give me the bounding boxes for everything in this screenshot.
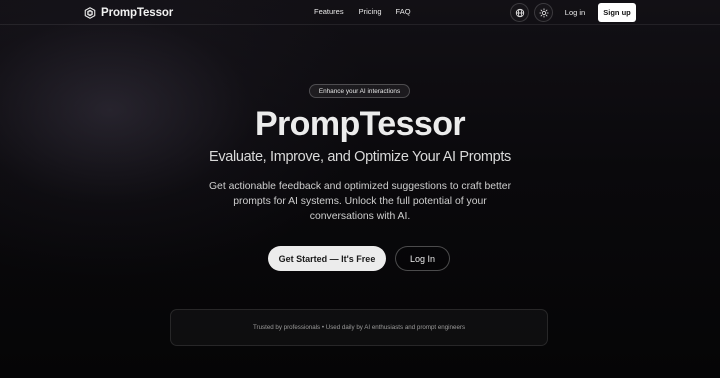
- sun-icon: [538, 7, 549, 18]
- nav-actions: Log in Sign up: [0, 3, 720, 22]
- hero-title: PrompTessor: [254, 105, 466, 143]
- get-started-button[interactable]: Get Started — It's Free: [268, 246, 386, 271]
- signup-button[interactable]: Sign up: [598, 3, 636, 22]
- theme-toggle-button[interactable]: [534, 3, 553, 22]
- hero-section: Enhance your AI interactions PrompTessor…: [0, 25, 720, 378]
- language-button[interactable]: [510, 3, 529, 22]
- hero-subtitle: Evaluate, Improve, and Optimize Your AI …: [209, 149, 511, 165]
- hero-badge: Enhance your AI interactions: [309, 84, 410, 98]
- hero-login-button[interactable]: Log In: [395, 246, 450, 271]
- trust-panel: Trusted by professionals • Used daily by…: [170, 309, 548, 346]
- globe-icon: [515, 8, 524, 17]
- navbar: PrompTessor Features Pricing FAQ Log in …: [0, 0, 720, 25]
- login-link[interactable]: Log in: [560, 3, 590, 22]
- hero-description: Get actionable feedback and optimized su…: [208, 181, 512, 222]
- trust-text: Trusted by professionals • Used daily by…: [252, 324, 466, 331]
